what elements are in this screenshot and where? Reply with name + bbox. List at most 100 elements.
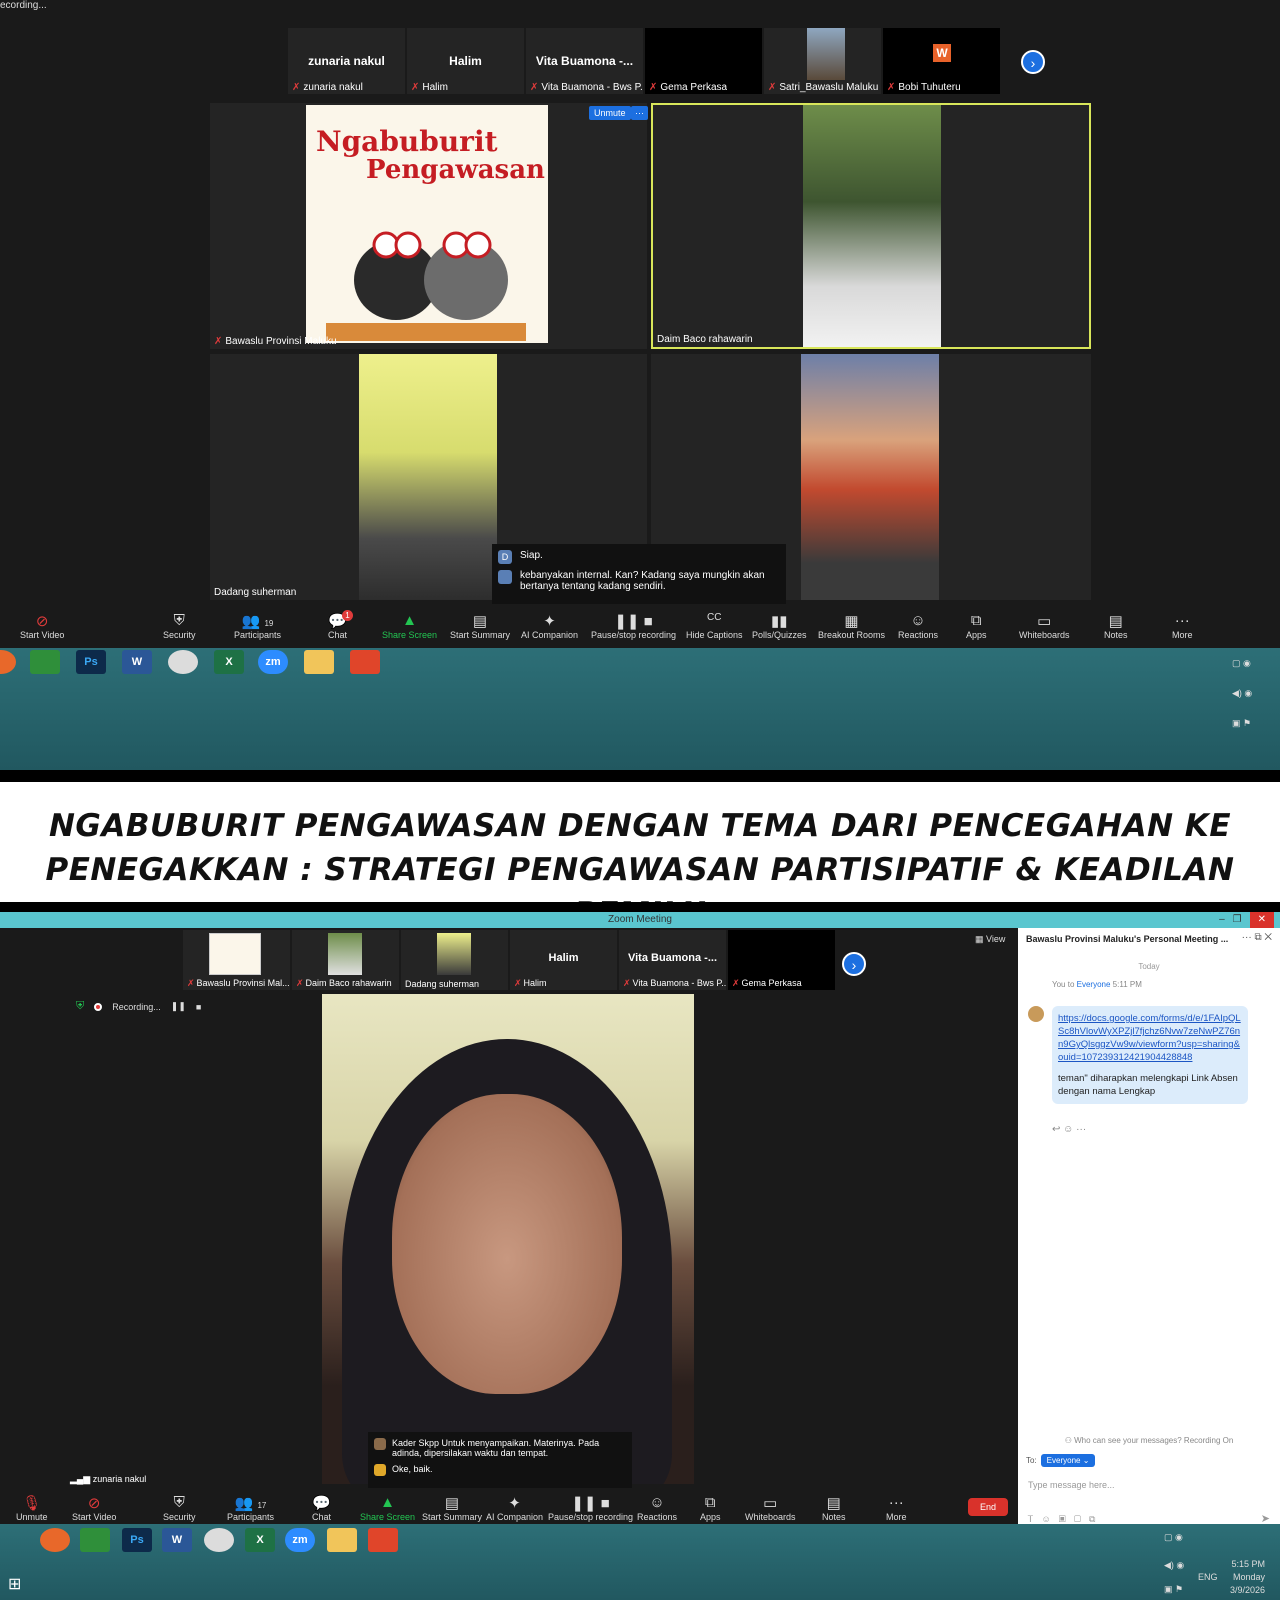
participant-thumb[interactable]: ✗ Daim Baco rahawarin	[292, 930, 399, 990]
ellipsis-icon[interactable]: ···	[1242, 932, 1252, 943]
more-button[interactable]: ··· More	[886, 1494, 907, 1522]
chat-message-input[interactable]: Type message here...	[1028, 1480, 1115, 1490]
participant-thumb[interactable]: ✗ Bawaslu Provinsi Mal...	[183, 930, 290, 990]
more-button[interactable]: ··· More	[1172, 612, 1193, 640]
participants-button[interactable]: 👥 17 Participants	[227, 1494, 274, 1522]
next-page-button[interactable]: ›	[1021, 50, 1045, 74]
share-screen-button[interactable]: ▲ Share Screen	[360, 1494, 415, 1522]
next-page-button[interactable]: ›	[842, 952, 866, 976]
gif-icon[interactable]: ▣	[1059, 1514, 1074, 1524]
more-options-button[interactable]: ···	[631, 106, 648, 120]
network-icon[interactable]: ▣ ⚑	[1164, 1584, 1183, 1595]
firefox-icon[interactable]	[40, 1528, 70, 1552]
video-tile-active-speaker[interactable]: Daim Baco rahawarin	[651, 103, 1091, 349]
pause-recording-button[interactable]: ❚❚	[171, 1001, 186, 1012]
participant-thumb[interactable]: ✗ Gema Perkasa	[728, 930, 835, 990]
participant-thumb[interactable]: Vita Buamona -... ✗ Vita Buamona - Bws P.…	[619, 930, 726, 990]
polls-button[interactable]: ▮▮ Polls/Quizzes	[752, 612, 807, 640]
notes-button[interactable]: ▤ Notes	[822, 1494, 846, 1522]
recipient-dropdown[interactable]: Everyone ⌄	[1040, 1454, 1096, 1467]
emoji-icon[interactable]: ☺	[1041, 1514, 1058, 1524]
participant-thumb[interactable]: Vita Buamona -... ✗ Vita Buamona - Bws P.…	[526, 28, 643, 94]
view-button[interactable]: ▦ View	[975, 934, 1005, 945]
windows-start-icon[interactable]: ⊞	[8, 1574, 21, 1594]
start-video-button[interactable]: ⊘ Start Video	[72, 1494, 116, 1522]
restore-button[interactable]: ❐	[1233, 912, 1242, 928]
participant-thumb[interactable]: zunaria nakul ✗ zunaria nakul	[288, 28, 405, 94]
participant-thumb[interactable]: Halim ✗ Halim	[407, 28, 524, 94]
participant-thumb[interactable]: ✗ Satri_Bawaslu Maluku	[764, 28, 881, 94]
zoom-app-icon[interactable]: zm	[258, 650, 288, 674]
file-explorer-icon[interactable]	[327, 1528, 357, 1552]
whiteboards-button[interactable]: ▭ Whiteboards	[745, 1494, 796, 1522]
security-button[interactable]: ⛨ Security	[163, 1494, 196, 1522]
participants-button[interactable]: 👥 19 Participants	[234, 612, 281, 640]
close-icon[interactable]: ✕	[1264, 932, 1272, 943]
screenshot-icon[interactable]: ⧉	[1089, 1514, 1103, 1524]
store-icon[interactable]	[30, 650, 60, 674]
chrome-icon[interactable]	[204, 1528, 234, 1552]
photoshop-icon[interactable]: Ps	[76, 650, 106, 674]
store-icon[interactable]	[80, 1528, 110, 1552]
emoji-icon[interactable]: ☺	[1063, 1124, 1073, 1135]
volume-icon[interactable]: ◀) ◉	[1164, 1560, 1184, 1571]
start-summary-button[interactable]: ▤ Start Summary	[450, 612, 510, 640]
firefox-icon[interactable]	[0, 650, 16, 674]
form-link[interactable]: https://docs.google.com/forms/d/e/1FAIpQ…	[1058, 1012, 1242, 1064]
security-button[interactable]: ⛨ Security	[163, 612, 196, 640]
participant-thumb[interactable]: ✗ Gema Perkasa	[645, 28, 762, 94]
stop-recording-button[interactable]: ■	[196, 1002, 201, 1012]
apps-button[interactable]: ⧉ Apps	[966, 612, 987, 640]
more-icon[interactable]: ···	[1076, 1124, 1086, 1135]
participant-thumb[interactable]: W ✗ Bobi Tuhuteru	[883, 28, 1000, 94]
network-icon[interactable]: ▣ ⚑	[1232, 718, 1251, 729]
start-summary-button[interactable]: ▤ Start Summary	[422, 1494, 482, 1522]
participant-thumb[interactable]: Dadang suherman	[401, 930, 508, 990]
unmute-button[interactable]: Unmute	[589, 106, 631, 120]
reactions-button[interactable]: ☺ Reactions	[637, 1494, 677, 1522]
volume-icon[interactable]: ◀) ◉	[1232, 688, 1252, 699]
close-button[interactable]: ✕	[1249, 912, 1274, 928]
unmute-button[interactable]: 🎙 Unmute	[16, 1494, 48, 1522]
file-icon[interactable]: ▢	[1074, 1514, 1089, 1524]
tray-icons[interactable]: ▢ ◉	[1164, 1532, 1183, 1543]
format-icon[interactable]: Ꭲ	[1028, 1514, 1041, 1524]
reactions-button[interactable]: ☺ Reactions	[898, 612, 938, 640]
language-indicator[interactable]: ENG	[1198, 1572, 1218, 1582]
breakout-rooms-button[interactable]: ▦ Breakout Rooms	[818, 612, 885, 640]
video-tile[interactable]: Ngabuburit Pengawasan ✗ Bawaslu Provinsi …	[210, 103, 647, 349]
zoom-app-icon[interactable]: zm	[285, 1528, 315, 1552]
pause-stop-recording-button[interactable]: ❚❚ ■ Pause/stop recording	[591, 612, 676, 640]
pause-stop-recording-button[interactable]: ❚❚ ■ Pause/stop recording	[548, 1494, 633, 1522]
chrome-icon[interactable]	[168, 650, 198, 674]
popout-icon[interactable]: ⧉	[1254, 932, 1261, 943]
reply-icon[interactable]: ↩	[1052, 1124, 1060, 1135]
notes-icon: ▤	[826, 1495, 841, 1512]
word-icon[interactable]: W	[122, 650, 152, 674]
ai-companion-button[interactable]: ✦ AI Companion	[521, 612, 578, 640]
active-speaker-video[interactable]	[322, 994, 694, 1484]
start-video-button[interactable]: ⊘ Start Video	[20, 612, 64, 640]
notes-button[interactable]: ▤ Notes	[1104, 612, 1128, 640]
word-icon[interactable]: W	[162, 1528, 192, 1552]
file-explorer-icon[interactable]	[304, 650, 334, 674]
excel-icon[interactable]: X	[245, 1528, 275, 1552]
acrobat-icon[interactable]	[368, 1528, 398, 1552]
apps-button[interactable]: ⧉ Apps	[700, 1494, 721, 1522]
whiteboards-button[interactable]: ▭ Whiteboards	[1019, 612, 1070, 640]
tray-icons[interactable]: ▢ ◉	[1232, 658, 1251, 669]
chat-button[interactable]: 💬 1 Chat	[328, 610, 354, 640]
participant-thumb[interactable]: Halim ✗ Halim	[510, 930, 617, 990]
minimize-button[interactable]: –	[1219, 912, 1225, 928]
excel-icon[interactable]: X	[214, 650, 244, 674]
visibility-note[interactable]: ⚇ Who can see your messages? Recording O…	[1018, 1436, 1280, 1445]
share-screen-button[interactable]: ▲ Share Screen	[382, 612, 437, 640]
ai-companion-button[interactable]: ✦ AI Companion	[486, 1494, 543, 1522]
hide-captions-button[interactable]: CC Hide Captions	[686, 612, 743, 640]
system-clock[interactable]: 5:15 PM Monday 3/9/2026	[1230, 1558, 1265, 1597]
chat-button[interactable]: 💬 Chat	[312, 1494, 331, 1522]
photoshop-icon[interactable]: Ps	[122, 1528, 152, 1552]
end-meeting-button[interactable]: End	[968, 1498, 1008, 1516]
chat-preview-popup[interactable]: D Siap. kebanyakan internal. Kan? Kadang …	[492, 544, 786, 606]
acrobat-icon[interactable]	[350, 650, 380, 674]
